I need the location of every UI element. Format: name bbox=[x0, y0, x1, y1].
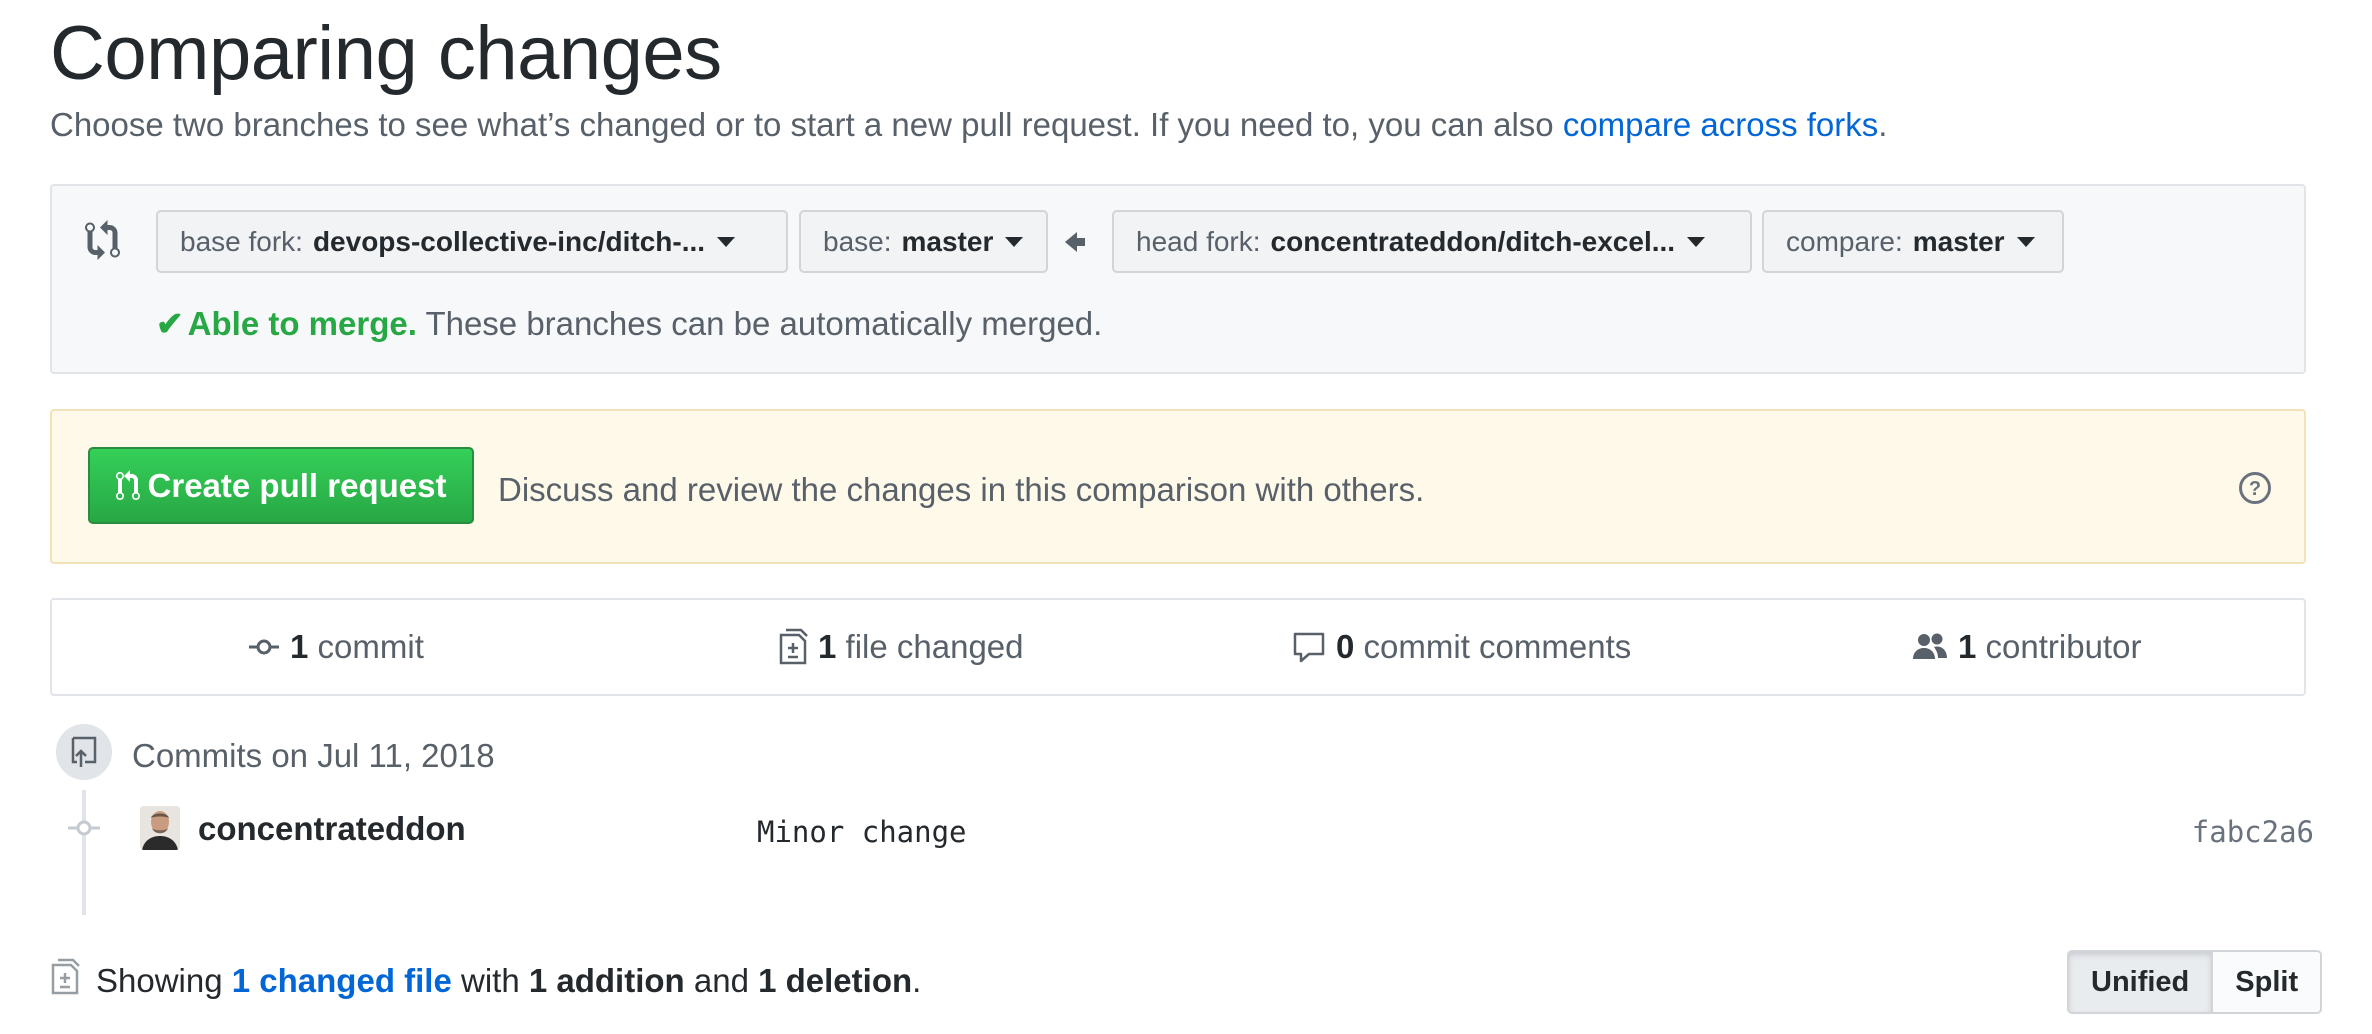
git-commit-icon bbox=[68, 820, 100, 836]
commits-count: 1 bbox=[290, 628, 309, 665]
commits-group-badge bbox=[52, 720, 116, 784]
file-diff-icon bbox=[779, 628, 808, 665]
repo-push-icon bbox=[71, 736, 97, 767]
head-fork-label: head fork: bbox=[1136, 225, 1261, 257]
create-pr-description: Discuss and review the changes in this c… bbox=[498, 471, 1425, 508]
compare-arrows-icon[interactable] bbox=[85, 220, 125, 260]
comments-label: commit comments bbox=[1354, 628, 1632, 665]
merge-status-strong: Able to merge. bbox=[187, 305, 417, 342]
head-fork-select[interactable]: head fork: concentrateddon/ditch-excel..… bbox=[1112, 210, 1752, 273]
deletions-count: 1 deletion bbox=[758, 962, 913, 999]
arrow-left-icon bbox=[1065, 232, 1085, 252]
create-pr-label: Create pull request bbox=[147, 466, 447, 504]
commits-label: commit bbox=[308, 628, 424, 665]
file-diff-icon bbox=[51, 958, 80, 995]
check-icon: ✔ bbox=[156, 305, 184, 342]
commit-sha-link[interactable]: fabc2a6 bbox=[2192, 815, 2314, 849]
base-fork-label: base fork: bbox=[180, 225, 303, 257]
page-subtitle: Choose two branches to see what’s change… bbox=[50, 106, 1887, 144]
question-icon[interactable]: ? bbox=[2238, 471, 2272, 505]
chevron-down-icon bbox=[1687, 236, 1706, 247]
avatar[interactable] bbox=[140, 806, 180, 850]
files-changed-link[interactable]: 1 file changed bbox=[778, 600, 1024, 694]
commit-comments-link[interactable]: 0 commit comments bbox=[1292, 600, 1631, 694]
head-fork-value: concentrateddon/ditch-excel... bbox=[1270, 225, 1676, 257]
contributors-count: 1 bbox=[1958, 628, 1977, 665]
contributors-link[interactable]: 1 contributor bbox=[1912, 600, 2141, 694]
git-pull-request-icon bbox=[115, 469, 140, 500]
subtitle-text: Choose two branches to see what’s change… bbox=[50, 106, 1563, 143]
compare-branch-select[interactable]: compare: master bbox=[1762, 210, 2064, 273]
chevron-down-icon bbox=[2016, 236, 2035, 247]
subtitle-suffix: . bbox=[1878, 106, 1888, 143]
git-commit-icon bbox=[249, 639, 279, 655]
compare-branch-value: master bbox=[1912, 225, 2005, 257]
commit-author-link[interactable]: concentrateddon bbox=[198, 810, 466, 848]
summary-middle2: and bbox=[684, 962, 759, 999]
base-branch-label: base: bbox=[823, 225, 892, 257]
commits-count-link[interactable]: 1 commit bbox=[248, 600, 424, 694]
page-title: Comparing changes bbox=[50, 11, 722, 96]
commit-message-link[interactable]: Minor change bbox=[757, 815, 967, 849]
compare-branch-label: compare: bbox=[1786, 225, 1903, 257]
compare-across-forks-link[interactable]: compare across forks bbox=[1563, 106, 1878, 143]
diff-summary: Showing 1 changed file with 1 addition a… bbox=[96, 962, 921, 1000]
base-branch-select[interactable]: base: master bbox=[799, 210, 1048, 273]
split-view-button[interactable]: Split bbox=[2213, 950, 2323, 1014]
people-icon bbox=[1913, 633, 1947, 659]
commits-date-heading: Commits on Jul 11, 2018 bbox=[132, 737, 495, 774]
range-editor: base fork: devops-collective-inc/ditch-.… bbox=[50, 184, 2306, 374]
timeline-line bbox=[82, 790, 86, 915]
merge-status-text: These branches can be automatically merg… bbox=[416, 305, 1103, 342]
base-fork-value: devops-collective-inc/ditch-... bbox=[312, 225, 706, 257]
compare-page: Comparing changes Choose two branches to… bbox=[0, 0, 2372, 1034]
create-pr-panel: Create pull request Discuss and review t… bbox=[50, 409, 2306, 564]
comments-count: 0 bbox=[1336, 628, 1355, 665]
changed-files-link[interactable]: 1 changed file bbox=[232, 962, 452, 999]
base-branch-value: master bbox=[901, 225, 994, 257]
unified-view-button[interactable]: Unified bbox=[2067, 950, 2214, 1014]
summary-prefix: Showing bbox=[96, 962, 232, 999]
additions-count: 1 addition bbox=[528, 962, 685, 999]
overall-summary: 1 commit 1 file changed 0 commit comment… bbox=[50, 598, 2306, 696]
files-label: file changed bbox=[836, 628, 1024, 665]
summary-middle1: with bbox=[451, 962, 529, 999]
files-count: 1 bbox=[818, 628, 837, 665]
svg-text:?: ? bbox=[2249, 478, 2261, 500]
create-pull-request-button[interactable]: Create pull request bbox=[88, 447, 474, 524]
diff-view-toggle: Unified Split bbox=[2067, 950, 2323, 1014]
contributors-label: contributor bbox=[1976, 628, 2142, 665]
merge-status: ✔ Able to merge. These branches can be au… bbox=[156, 304, 1102, 343]
chevron-down-icon bbox=[1005, 236, 1024, 247]
chevron-down-icon bbox=[717, 236, 736, 247]
base-fork-select[interactable]: base fork: devops-collective-inc/ditch-.… bbox=[156, 210, 788, 273]
comment-icon bbox=[1293, 632, 1325, 663]
summary-suffix: . bbox=[912, 962, 922, 999]
